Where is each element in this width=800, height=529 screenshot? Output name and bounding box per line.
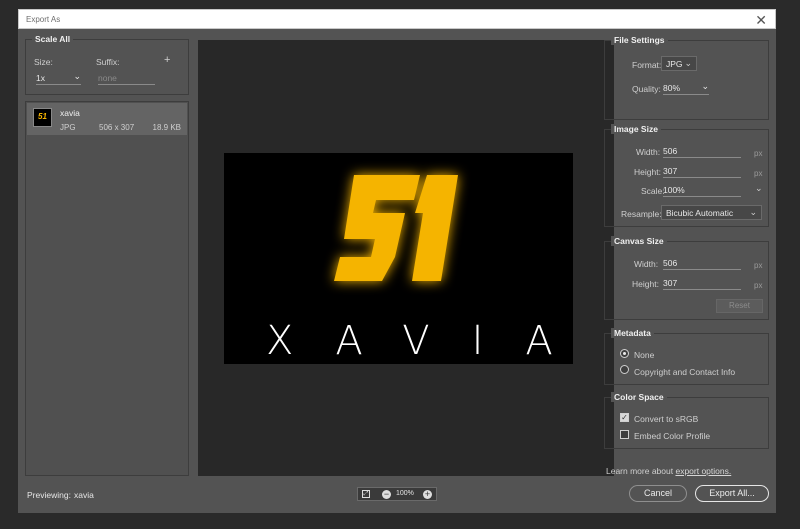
export-dialog: Scale All Size: Suffix: + 1x ⌄ none 51 x…	[18, 29, 776, 513]
chevron-down-icon[interactable]: ⌄	[755, 183, 763, 194]
scale-value: 100%	[663, 185, 685, 195]
quality-select[interactable]: 80% ⌄	[663, 81, 709, 95]
image-width-input[interactable]: 506	[663, 146, 741, 158]
asset-name: xavia	[60, 108, 80, 118]
chevron-down-icon: ⌄	[73, 71, 81, 81]
close-icon[interactable]: ✕	[755, 11, 767, 29]
image-width-value: 506	[663, 146, 678, 156]
asset-list: 51 xavia JPG 506 x 307 18.9 KB	[25, 101, 189, 476]
logo-wordmark: XAVIA	[266, 318, 595, 364]
previewing-value: xavia	[74, 490, 94, 500]
embed-profile-checkbox[interactable]	[620, 430, 629, 439]
scale-input[interactable]: 100%	[663, 185, 741, 197]
asset-filesize: 18.9 KB	[152, 123, 181, 132]
metadata-copyright-label: Copyright and Contact Info	[634, 367, 736, 377]
preview-image: XAVIA	[224, 153, 573, 364]
metadata-none-label: None	[634, 350, 655, 360]
format-value: JPG	[666, 59, 683, 69]
image-height-label: Height:	[634, 167, 661, 177]
metadata-group: Metadata None Copyright and Contact Info	[604, 328, 769, 385]
suffix-input[interactable]: none	[98, 73, 155, 85]
image-size-group: Image Size Width: 506 px Height: 307 px …	[604, 124, 769, 227]
window-title: Export As	[26, 15, 61, 24]
canvas-height-label: Height:	[632, 279, 659, 289]
embed-profile-label: Embed Color Profile	[634, 431, 711, 441]
metadata-copyright-radio[interactable]	[620, 365, 629, 374]
canvas-width-input[interactable]: 506	[663, 258, 741, 270]
previewing-label: Previewing:	[27, 490, 71, 500]
zoom-out-icon[interactable]: −	[382, 490, 391, 499]
asset-thumbnail: 51	[33, 108, 52, 127]
thumb-logo-text: 51	[38, 112, 47, 121]
scale-all-group: Scale All Size: Suffix: + 1x ⌄ none	[25, 34, 189, 95]
image-size-title: Image Size	[611, 124, 661, 134]
add-scale-icon[interactable]: +	[164, 54, 170, 66]
canvas-height-input[interactable]: 307	[663, 278, 741, 290]
size-value: 1x	[36, 73, 45, 83]
asset-format: JPG	[60, 123, 76, 132]
color-space-group: Color Space ✓ Convert to sRGB Embed Colo…	[604, 392, 769, 449]
file-settings-title: File Settings	[611, 35, 668, 45]
canvas-height-unit: px	[754, 281, 763, 290]
metadata-title: Metadata	[611, 328, 654, 338]
fit-view-icon[interactable]: ⤢	[362, 490, 370, 498]
size-label: Size:	[34, 57, 53, 67]
canvas-width-value: 506	[663, 258, 678, 268]
canvas-height-value: 307	[663, 278, 678, 288]
canvas-width-label: Width:	[634, 259, 659, 269]
format-select[interactable]: JPG ⌄	[661, 56, 697, 71]
color-space-title: Color Space	[611, 392, 667, 402]
learn-more-prefix: Learn more about	[606, 466, 676, 476]
quality-label: Quality:	[632, 84, 661, 94]
image-height-input[interactable]: 307	[663, 166, 741, 178]
scale-label: Scale:	[641, 186, 665, 196]
canvas-size-title: Canvas Size	[611, 236, 667, 246]
learn-more-text: Learn more about export options.	[606, 466, 731, 476]
scale-all-title: Scale All	[32, 34, 74, 44]
export-options-link[interactable]: export options.	[675, 466, 731, 476]
chevron-down-icon: ⌄	[684, 58, 692, 68]
convert-srgb-label: Convert to sRGB	[634, 414, 699, 424]
resample-value: Bicubic Automatic	[666, 208, 734, 218]
image-width-unit: px	[754, 149, 763, 158]
asset-dimensions: 506 x 307	[99, 123, 135, 132]
canvas-width-unit: px	[754, 261, 763, 270]
preview-canvas[interactable]: XAVIA	[198, 40, 614, 476]
size-select[interactable]: 1x ⌄	[36, 71, 81, 85]
chevron-down-icon: ⌄	[701, 81, 709, 91]
reset-button[interactable]: Reset	[716, 299, 763, 313]
cancel-button[interactable]: Cancel	[629, 485, 687, 502]
convert-srgb-checkbox[interactable]: ✓	[620, 413, 629, 422]
suffix-placeholder: none	[98, 73, 117, 83]
suffix-label: Suffix:	[96, 57, 120, 67]
resample-select[interactable]: Bicubic Automatic ⌄	[661, 205, 762, 220]
canvas-size-group: Canvas Size Width: 506 px Height: 307 px…	[604, 236, 769, 320]
zoom-level: 100%	[396, 490, 414, 497]
file-settings-group: File Settings Format: JPG ⌄ Quality: 80%…	[604, 35, 769, 120]
zoom-controls: ⤢ − 100% +	[357, 487, 437, 501]
resample-label: Resample:	[621, 209, 662, 219]
zoom-in-icon[interactable]: +	[423, 490, 432, 499]
window-titlebar: Export As ✕	[18, 9, 776, 29]
export-all-button[interactable]: Export All...	[695, 485, 769, 502]
image-width-label: Width:	[636, 147, 661, 157]
asset-row[interactable]: 51 xavia JPG 506 x 307 18.9 KB	[27, 103, 187, 135]
image-height-unit: px	[754, 169, 763, 178]
format-label: Format:	[632, 60, 662, 70]
image-height-value: 307	[663, 166, 678, 176]
quality-value: 80%	[663, 83, 681, 93]
chevron-down-icon: ⌄	[749, 207, 757, 217]
metadata-none-radio[interactable]	[620, 349, 629, 358]
